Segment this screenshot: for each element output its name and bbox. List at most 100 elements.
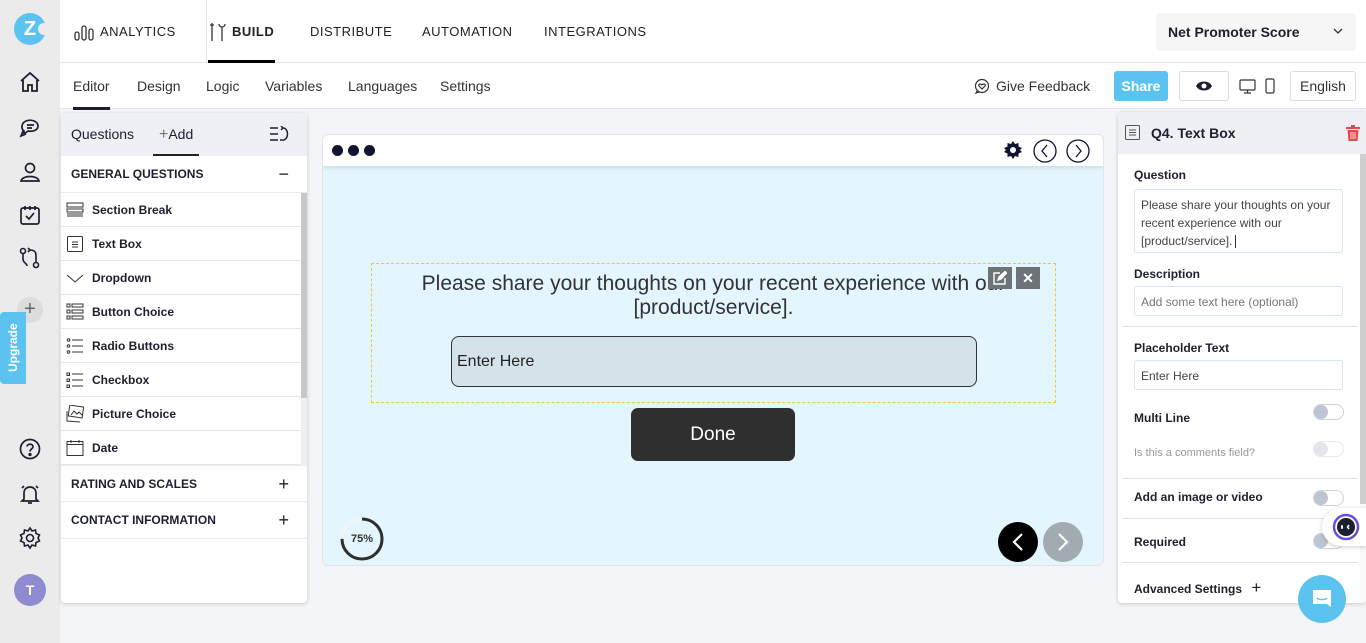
question-list-scrollbar[interactable]: [301, 193, 307, 465]
question-type-label: Picture Choice: [92, 406, 177, 421]
bot-icon: [1332, 513, 1360, 541]
survey-canvas: Please share your thoughts on your recen…: [322, 134, 1104, 566]
question-text[interactable]: Please share your thoughts on your recen…: [372, 272, 1055, 320]
tab-label: INTEGRATIONS: [544, 24, 647, 39]
help-icon[interactable]: [18, 437, 42, 461]
reorder-icon[interactable]: [269, 126, 291, 142]
group-general-questions[interactable]: GENERAL QUESTIONS −: [61, 156, 307, 193]
tab-logic[interactable]: Logic: [206, 63, 239, 109]
tab-settings[interactable]: Settings: [440, 63, 491, 109]
tab-automation[interactable]: AUTOMATION: [422, 0, 512, 63]
top-nav: ANALYTICS BUILD DISTRIBUTE AUTOMATION IN…: [60, 0, 1366, 63]
left-rail: Z + Upgrade T: [0, 0, 60, 643]
next-question-icon[interactable]: [1066, 139, 1090, 163]
language-select[interactable]: English: [1290, 71, 1356, 101]
question-title: Q4. Text Box: [1151, 125, 1236, 141]
tab-analytics[interactable]: ANALYTICS: [74, 0, 176, 63]
mobile-icon[interactable]: [1265, 78, 1275, 94]
chat-bubble-icon: [1313, 590, 1331, 607]
media-toggle[interactable]: [1313, 490, 1344, 506]
tab-design[interactable]: Design: [137, 63, 181, 109]
tab-integrations[interactable]: INTEGRATIONS: [544, 0, 647, 63]
question-type-label: Section Break: [92, 202, 173, 217]
tab-add[interactable]: +Add: [152, 113, 200, 156]
forward-button[interactable]: [1043, 522, 1083, 562]
question-type-list: Section Break Text Box Dropdown Button C…: [61, 193, 307, 465]
bell-icon[interactable]: [18, 482, 42, 506]
plus-icon: +: [159, 126, 169, 143]
home-icon[interactable]: [18, 70, 42, 94]
question-type-picture-choice[interactable]: Picture Choice: [61, 397, 301, 431]
question-type-text-box[interactable]: Text Box: [61, 227, 301, 261]
question-type-checkbox[interactable]: Checkbox: [61, 363, 301, 397]
calendar-check-icon[interactable]: [18, 203, 42, 227]
question-type-dropdown[interactable]: Dropdown: [61, 261, 301, 295]
collapse-icon[interactable]: −: [278, 156, 289, 193]
button-choice-icon: [66, 303, 84, 319]
question-block[interactable]: Please share your thoughts on your recen…: [371, 263, 1056, 403]
question-type-section-break[interactable]: Section Break: [61, 193, 301, 227]
comments-field-toggle[interactable]: [1313, 441, 1344, 457]
user-icon[interactable]: [18, 160, 42, 184]
desktop-icon[interactable]: [1239, 79, 1256, 94]
divider: [1122, 562, 1358, 563]
back-button[interactable]: [998, 522, 1038, 562]
divider: [1122, 478, 1358, 479]
question-textarea[interactable]: Please share your thoughts on your recen…: [1134, 189, 1343, 253]
group-title: CONTACT INFORMATION: [71, 513, 216, 527]
question-type-label: Button Choice: [92, 304, 174, 319]
chat-icon[interactable]: [18, 116, 42, 140]
assistant-widget[interactable]: [1322, 508, 1366, 546]
edit-question-button[interactable]: [988, 267, 1012, 289]
analytics-icon: [74, 23, 94, 41]
multi-line-toggle[interactable]: [1313, 404, 1344, 420]
tab-build[interactable]: BUILD: [208, 0, 276, 63]
tools-icon: [209, 22, 227, 42]
scrollbar-thumb[interactable]: [1360, 154, 1366, 504]
gear-icon[interactable]: [18, 526, 42, 550]
remove-question-button[interactable]: ✕: [1016, 267, 1040, 289]
tab-label: ANALYTICS: [100, 24, 176, 39]
give-feedback-button[interactable]: Give Feedback: [974, 73, 1090, 99]
description-input[interactable]: Add some text here (optional): [1134, 286, 1343, 316]
progress-label: 75%: [350, 533, 374, 545]
expand-icon[interactable]: +: [278, 502, 289, 539]
question-type-button-choice[interactable]: Button Choice: [61, 295, 301, 329]
avatar[interactable]: T: [14, 574, 46, 606]
placeholder-text-input[interactable]: Enter Here: [1134, 360, 1343, 390]
tab-questions[interactable]: Questions: [71, 113, 134, 156]
previous-question-icon[interactable]: [1033, 139, 1057, 163]
question-type-radio-buttons[interactable]: Radio Buttons: [61, 329, 301, 363]
answer-input[interactable]: Enter Here: [451, 336, 977, 387]
delete-icon[interactable]: [1346, 125, 1360, 141]
share-button[interactable]: Share: [1114, 71, 1168, 101]
tab-label: BUILD: [232, 24, 275, 39]
canvas-toolbar: [323, 135, 1103, 166]
multi-line-label: Multi Line: [1134, 411, 1190, 425]
properties-header: Q4. Text Box: [1118, 112, 1366, 154]
tab-editor[interactable]: Editor: [73, 63, 110, 110]
canvas-settings-icon[interactable]: [1003, 140, 1023, 160]
text-cursor: [1235, 235, 1237, 249]
done-button[interactable]: Done: [631, 408, 795, 461]
app-logo[interactable]: Z: [14, 13, 50, 45]
chat-support-button[interactable]: [1298, 575, 1346, 623]
question-type-date[interactable]: Date: [61, 431, 301, 465]
preview-button[interactable]: [1179, 71, 1229, 101]
group-rating-and-scales[interactable]: RATING AND SCALES +: [61, 465, 307, 502]
question-type-label: Checkbox: [92, 372, 150, 387]
feedback-label: Give Feedback: [996, 78, 1091, 94]
expand-icon[interactable]: +: [278, 466, 289, 503]
workflow-icon[interactable]: [18, 246, 42, 270]
tab-distribute[interactable]: DISTRIBUTE: [310, 0, 392, 63]
group-contact-information[interactable]: CONTACT INFORMATION +: [61, 502, 307, 539]
sub-nav: Editor Design Logic Variables Languages …: [60, 63, 1366, 110]
survey-select[interactable]: Net Promoter Score: [1156, 13, 1356, 51]
divider: [206, 0, 207, 63]
group-title: RATING AND SCALES: [71, 477, 197, 491]
scrollbar-thumb[interactable]: [301, 193, 307, 398]
tab-languages[interactable]: Languages: [348, 63, 417, 109]
upgrade-button[interactable]: Upgrade: [0, 312, 26, 384]
advanced-settings-button[interactable]: Advanced Settings +: [1134, 578, 1261, 598]
tab-variables[interactable]: Variables: [265, 63, 322, 109]
